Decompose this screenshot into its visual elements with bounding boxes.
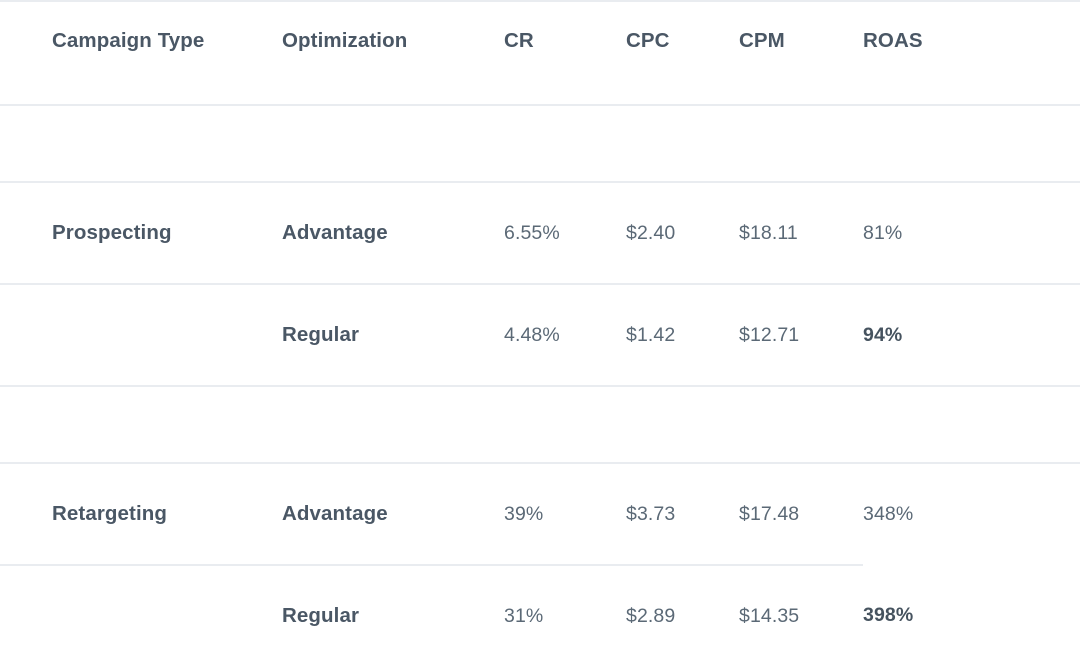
campaign-performance-table: Campaign Type Optimization CR CPC CPM RO… (0, 0, 1080, 666)
cell-cpm: $12.71 (739, 284, 863, 387)
cell-campaign-type: Prospecting (0, 182, 282, 285)
column-header-roas-label: ROAS (863, 29, 923, 52)
table-row[interactable]: Regular 31% $2.89 $14.35 398% (0, 565, 1080, 666)
metric-roas-highlighted: 94% (863, 323, 903, 346)
cell-optimization: Advantage (282, 182, 504, 285)
column-header-cpm-label: CPM (739, 29, 785, 52)
metric-cr: 39% (504, 502, 544, 525)
cell-cpc: $2.40 (626, 182, 739, 285)
group-spacer-cell (863, 386, 1080, 464)
table-row[interactable]: Regular 4.48% $1.42 $12.71 94% (0, 284, 1080, 387)
cell-cpm: $17.48 (739, 463, 863, 566)
group-spacer-cell (504, 105, 626, 183)
cell-cpm: $18.11 (739, 182, 863, 285)
cell-campaign-type: Retargeting (0, 463, 282, 566)
column-header-cpc: CPC (626, 0, 739, 106)
metric-cpc: $2.89 (626, 604, 676, 627)
table-row[interactable]: Retargeting Advantage 39% $3.73 $17.48 3… (0, 463, 1080, 566)
table-header-row: Campaign Type Optimization CR CPC CPM RO… (0, 0, 1080, 106)
cell-cpm: $14.35 (739, 565, 863, 666)
column-header-campaign-type-label: Campaign Type (52, 29, 205, 52)
optimization-label: Advantage (282, 221, 388, 244)
metric-cpc: $1.42 (626, 323, 676, 346)
column-header-optimization-label: Optimization (282, 29, 408, 52)
column-header-cr-label: CR (504, 29, 534, 52)
cell-campaign-type (0, 565, 282, 666)
column-header-campaign-type: Campaign Type (0, 0, 282, 106)
column-header-cpm: CPM (739, 0, 863, 106)
cell-cpc: $1.42 (626, 284, 739, 387)
cell-cr: 31% (504, 565, 626, 666)
group-spacer-cell (504, 386, 626, 464)
optimization-label: Advantage (282, 502, 388, 525)
group-spacer-cell (863, 105, 1080, 183)
table-row[interactable]: Prospecting Advantage 6.55% $2.40 $18.11… (0, 182, 1080, 285)
cell-cpc: $3.73 (626, 463, 739, 566)
cell-roas: 94% (863, 284, 1080, 387)
group-spacer-row (0, 386, 1080, 464)
table-header: Campaign Type Optimization CR CPC CPM RO… (0, 0, 1080, 106)
cell-campaign-type (0, 284, 282, 387)
metric-cpc: $2.40 (626, 221, 676, 244)
metric-roas-highlighted: 398% (863, 604, 914, 626)
performance-table-container: Campaign Type Optimization CR CPC CPM RO… (0, 0, 1080, 657)
column-header-roas: ROAS (863, 0, 1080, 106)
group-spacer-cell (282, 105, 504, 183)
cell-cr: 4.48% (504, 284, 626, 387)
cell-cr: 39% (504, 463, 626, 566)
group-spacer-cell (626, 386, 739, 464)
group-spacer-cell (739, 386, 863, 464)
cell-roas: 348% (863, 463, 1080, 565)
column-header-cr: CR (504, 0, 626, 106)
optimization-label: Regular (282, 604, 360, 627)
metric-cpm: $14.35 (739, 604, 800, 627)
metric-cpm: $18.11 (739, 221, 798, 244)
cell-roas: 398% (863, 565, 1080, 666)
cell-cpc: $2.89 (626, 565, 739, 666)
group-spacer-cell (739, 105, 863, 183)
table-body: Prospecting Advantage 6.55% $2.40 $18.11… (0, 105, 1080, 666)
metric-cr: 4.48% (504, 323, 560, 346)
metric-cr: 31% (504, 604, 544, 627)
metric-roas: 81% (863, 221, 903, 244)
group-spacer-cell (0, 386, 282, 464)
group-spacer-cell (0, 105, 282, 183)
metric-cpm: $12.71 (739, 323, 800, 346)
column-header-cpc-label: CPC (626, 29, 670, 52)
metric-cpc: $3.73 (626, 502, 676, 525)
campaign-type-label: Prospecting (52, 221, 172, 244)
column-header-optimization: Optimization (282, 0, 504, 106)
metric-cpm: $17.48 (739, 502, 800, 525)
group-spacer-cell (626, 105, 739, 183)
optimization-label: Regular (282, 323, 360, 346)
cell-optimization: Advantage (282, 463, 504, 566)
group-spacer-row (0, 105, 1080, 183)
metric-cr: 6.55% (504, 221, 560, 244)
cell-cr: 6.55% (504, 182, 626, 285)
group-spacer-cell (282, 386, 504, 464)
cell-optimization: Regular (282, 565, 504, 666)
metric-roas: 348% (863, 503, 914, 525)
cell-optimization: Regular (282, 284, 504, 387)
campaign-type-label: Retargeting (52, 502, 168, 525)
cell-roas: 81% (863, 182, 1080, 285)
